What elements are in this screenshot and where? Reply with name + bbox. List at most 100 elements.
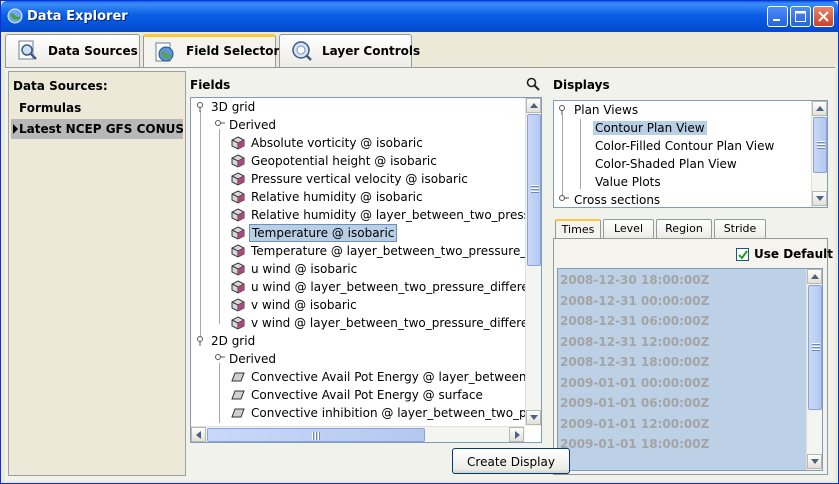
search-icon[interactable]: [526, 77, 540, 91]
time-list-item[interactable]: 2009-01-01 00:00:00Z: [560, 374, 709, 392]
node-open-icon: [215, 354, 225, 360]
fields-vertical-scrollbar[interactable]: [525, 98, 541, 426]
tab-layer-controls[interactable]: Layer Controls: [279, 34, 420, 68]
tab-data-sources[interactable]: Data Sources: [5, 34, 140, 68]
subtab-times[interactable]: Times: [555, 219, 601, 238]
field-label: v wind @ layer_between_two_pressure_diff…: [251, 316, 542, 330]
displays-panel: Displays Plan Views Contour Plan View Co…: [551, 71, 833, 476]
scroll-down-button[interactable]: [812, 191, 827, 206]
scroll-down-button[interactable]: [526, 410, 541, 425]
displays-heading: Displays: [553, 78, 610, 92]
scroll-thumb[interactable]: [527, 114, 541, 266]
times-panel: Use Default 2008-12-30 18:00:00Z 2008-12-…: [553, 238, 833, 475]
field-label: v wind @ isobaric: [251, 298, 357, 312]
time-list-item[interactable]: 2008-12-31 12:00:00Z: [560, 333, 709, 351]
tree-node-label: 3D grid: [211, 100, 256, 114]
node-open-icon: [215, 120, 225, 126]
display-item-label: Color-Filled Contour Plan View: [595, 139, 775, 153]
layers-icon: [292, 41, 312, 61]
field-label: u wind @ isobaric: [251, 262, 358, 276]
grip-icon: [312, 432, 321, 440]
scroll-thumb[interactable]: [813, 117, 827, 173]
window-title: Data Explorer: [27, 9, 128, 24]
globe-icon: [155, 42, 174, 62]
scroll-up-button[interactable]: [526, 98, 541, 113]
field-label: u wind @ layer_between_two_pressure_diff…: [251, 280, 542, 294]
scroll-thumb[interactable]: [808, 285, 822, 410]
time-list-item[interactable]: 2008-12-31 00:00:00Z: [560, 292, 709, 310]
arrow-up-icon: [811, 274, 819, 279]
time-list-item[interactable]: 2009-01-01 12:00:00Z: [560, 415, 709, 433]
time-list-item[interactable]: 2009-01-01 06:00:00Z: [560, 394, 709, 412]
grid-cube-icon: [231, 280, 245, 294]
create-display-button[interactable]: Create Display: [452, 448, 570, 474]
subtab-label: Level: [613, 222, 644, 235]
scroll-up-button[interactable]: [812, 101, 827, 116]
scroll-right-button[interactable]: [509, 427, 524, 442]
grid-cube-icon: [231, 298, 245, 312]
arrow-down-icon: [811, 459, 819, 464]
field-label: Temperature @ layer_between_two_pressure…: [251, 244, 542, 258]
tree-node-label: 2D grid: [211, 334, 256, 348]
tree-connector: [562, 115, 563, 199]
subtab-label: Stride: [723, 222, 757, 235]
subtab-region[interactable]: Region: [656, 219, 712, 238]
subtab-stride[interactable]: Stride: [714, 219, 766, 238]
field-label: Convective Avail Pot Energy @ layer_betw…: [251, 370, 542, 384]
scroll-up-button[interactable]: [807, 269, 822, 284]
displays-scrollbar[interactable]: [811, 101, 827, 207]
grid-cube-icon: [231, 154, 245, 168]
surface-grid-icon: [231, 372, 245, 382]
tab-label: Layer Controls: [322, 44, 421, 58]
field-label: Geopotential height @ isobaric: [251, 154, 437, 168]
checkbox-box[interactable]: [736, 248, 749, 261]
data-source-item-gfs[interactable]: Latest NCEP GFS CONUS 80: [11, 119, 183, 139]
arrow-down-icon: [530, 415, 538, 420]
node-open-icon: [197, 336, 203, 346]
tree-connector: [219, 129, 220, 324]
display-item-color-filled-contour[interactable]: Color-Filled Contour Plan View: [595, 137, 774, 155]
node-open-icon: [197, 102, 203, 112]
subtab-label: Times: [561, 223, 595, 236]
arrow-up-icon: [816, 106, 824, 111]
display-item-contour-plan-view[interactable]: Contour Plan View: [593, 119, 707, 137]
fields-horizontal-scrollbar[interactable]: [191, 426, 525, 442]
displays-tree[interactable]: Plan Views Contour Plan View Color-Fille…: [553, 100, 828, 208]
title-bar[interactable]: Data Explorer: [1, 1, 838, 32]
subtab-level[interactable]: Level: [603, 219, 654, 238]
close-button[interactable]: [813, 6, 834, 27]
data-explorer-window: Data Explorer Data Sources Field Selecto…: [0, 0, 839, 484]
grid-cube-icon: [231, 172, 245, 186]
times-list[interactable]: 2008-12-30 18:00:00Z 2008-12-31 00:00:00Z…: [557, 268, 823, 471]
grid-cube-icon: [231, 244, 245, 258]
time-list-item[interactable]: 2008-12-31 18:00:00Z: [560, 353, 709, 371]
arrow-up-icon: [530, 103, 538, 108]
fields-panel: Fields 3D grid Derived Absolute vorticit…: [190, 71, 542, 476]
scroll-thumb[interactable]: [207, 428, 425, 442]
time-list-item[interactable]: 2008-12-30 18:00:00Z: [560, 271, 709, 289]
fields-tree[interactable]: 3D grid Derived Absolute vorticity @ iso…: [190, 97, 542, 443]
time-list-item[interactable]: 2008-12-31 06:00:00Z: [560, 312, 709, 330]
field-label: Relative humidity @ isobaric: [251, 190, 423, 204]
scroll-down-button[interactable]: [807, 454, 822, 469]
scroll-left-button[interactable]: [191, 427, 206, 442]
display-item-color-shaded[interactable]: Color-Shaded Plan View: [595, 155, 737, 173]
display-item-value-plots[interactable]: Value Plots: [595, 173, 661, 191]
field-label: Convective Avail Pot Energy @ surface: [251, 388, 483, 402]
maximize-icon: [795, 11, 806, 22]
time-list-item[interactable]: 2009-01-01 18:00:00Z: [560, 435, 709, 453]
maximize-button[interactable]: [790, 6, 811, 27]
minimize-button[interactable]: [767, 6, 788, 27]
grid-cube-icon: [231, 316, 245, 330]
arrow-right-icon: [515, 431, 520, 439]
close-icon: [818, 11, 829, 22]
display-item-label: Color-Shaded Plan View: [595, 157, 737, 171]
node-open-icon: [559, 105, 565, 115]
data-source-item-formulas[interactable]: Formulas: [11, 98, 183, 118]
display-item-label: Contour Plan View: [593, 121, 707, 135]
times-scrollbar[interactable]: [806, 269, 822, 470]
tab-field-selector[interactable]: Field Selector: [143, 34, 279, 68]
tree-node-label: Derived: [229, 118, 276, 132]
surface-grid-icon: [231, 390, 245, 400]
grid-cube-icon: [231, 136, 245, 150]
